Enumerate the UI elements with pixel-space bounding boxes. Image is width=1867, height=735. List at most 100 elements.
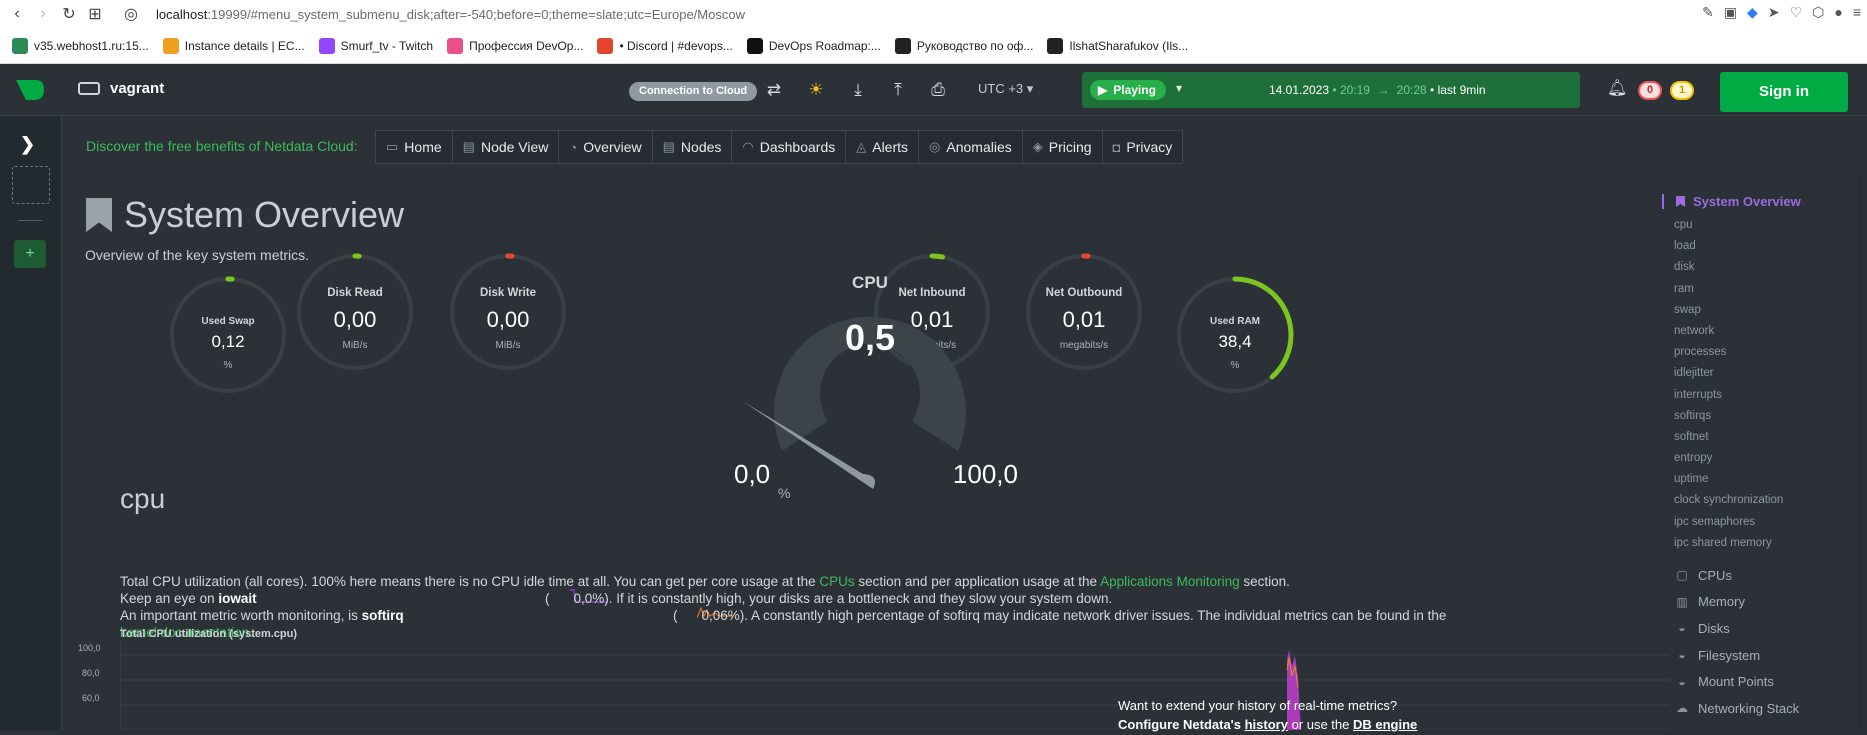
menu-item[interactable]: ipc shared memory xyxy=(1662,533,1862,554)
menu-item[interactable]: softnet xyxy=(1662,427,1862,448)
time-range-picker[interactable]: 14.01.2023 • 20:19 → 20:28 • last 9min xyxy=(1269,83,1486,97)
gauge-net-outbound[interactable]: Net Outbound 0,01 megabits/s xyxy=(1021,249,1147,375)
menu-item[interactable]: disk xyxy=(1662,257,1862,278)
export-icon[interactable]: ⤒ xyxy=(886,78,910,102)
menu-item[interactable]: cpu xyxy=(1662,215,1862,236)
menu-group-cpus[interactable]: ▢ CPUs xyxy=(1662,562,1862,589)
bookmark-item[interactable]: Instance details | EC... xyxy=(162,38,305,54)
connection-to-cloud-button[interactable]: Connection to Cloud xyxy=(629,82,758,101)
import-icon[interactable]: ⤓ xyxy=(846,78,870,102)
menu-group-disks[interactable]: ◒ Disks xyxy=(1662,615,1862,642)
sync-icon[interactable]: ⇄ xyxy=(762,78,786,102)
bookmark-item[interactable]: Профессия DevOp... xyxy=(447,38,583,54)
menu-item[interactable]: load xyxy=(1662,236,1862,257)
scrollbar[interactable] xyxy=(1857,175,1863,730)
menu-group-mount-points[interactable]: ◒ Mount Points xyxy=(1662,668,1862,695)
nav-overview[interactable]: ◔ Overview xyxy=(559,131,653,163)
menu-item[interactable]: network xyxy=(1662,321,1862,342)
gauge-used-ram[interactable]: Used RAM 38,4% xyxy=(1172,272,1298,398)
critical-alerts-badge[interactable]: 0 xyxy=(1638,81,1662,100)
menu-item[interactable]: softirqs xyxy=(1662,406,1862,427)
warning-alerts-badge[interactable]: 1 xyxy=(1670,81,1694,100)
menu-item[interactable]: swap xyxy=(1662,300,1862,321)
bookmark-item[interactable]: v35.webhost1.ru:15... xyxy=(12,38,149,54)
nav-privacy[interactable]: ◘ Privacy xyxy=(1103,131,1183,163)
timezone-selector[interactable]: UTC +3 ▾ xyxy=(978,81,1033,97)
bookmark-label: DevOps Roadmap:... xyxy=(768,39,881,53)
line1-text-a: Total CPU utilization (all cores). 100% … xyxy=(120,574,820,589)
chevron-down-icon: ▾ xyxy=(1026,81,1034,96)
shield-check-icon[interactable]: ◆ xyxy=(1747,4,1758,21)
line2-text-a: Keep an eye on xyxy=(120,591,219,606)
gauge-disk-write[interactable]: Disk Write 0,00 MiB/s xyxy=(445,249,571,375)
reload-icon[interactable]: ↻ xyxy=(56,1,82,27)
heart-icon[interactable]: ♡ xyxy=(1790,4,1803,21)
time-to: 20:28 xyxy=(1396,83,1427,97)
send-icon[interactable]: ➤ xyxy=(1768,4,1780,21)
menu-item[interactable]: entropy xyxy=(1662,448,1862,469)
node-selector[interactable]: vagrant xyxy=(78,80,164,97)
gauge-used-swap[interactable]: Used Swap 0,12% xyxy=(165,272,291,398)
nav-nodes[interactable]: ▤ Nodes xyxy=(653,131,733,163)
profile-icon[interactable]: ● xyxy=(1834,4,1842,21)
nav-label: Node View xyxy=(480,139,549,155)
site-info-icon[interactable]: ◎ xyxy=(118,1,144,27)
bookmark-item[interactable]: Smurf_tv - Twitch xyxy=(318,38,433,54)
sign-in-button[interactable]: Sign in xyxy=(1720,72,1848,112)
nav-pricing[interactable]: ◈ Pricing xyxy=(1023,131,1103,163)
bookmark-item[interactable]: • Discord | #devops... xyxy=(597,38,733,54)
menu-item[interactable]: ipc semaphores xyxy=(1662,512,1862,533)
forward-icon[interactable]: › xyxy=(30,1,56,27)
menu-item[interactable]: ram xyxy=(1662,279,1862,300)
cpu-gauge[interactable]: CPU 0,5 0,0 100,0 % xyxy=(722,271,1018,501)
anomaly-icon: ◎ xyxy=(929,139,941,154)
bell-icon: ◬ xyxy=(856,139,867,154)
menu-item[interactable]: idlejitter xyxy=(1662,363,1862,384)
add-space-button[interactable]: + xyxy=(14,240,46,268)
cpu-chart-grid xyxy=(119,640,1670,731)
nav-alerts[interactable]: ◬ Alerts xyxy=(846,131,920,163)
left-rail: ❯ + xyxy=(0,116,62,730)
bell-icon[interactable]: 🔔︎ xyxy=(1607,78,1627,98)
apps-monitoring-link[interactable]: Applications Monitoring xyxy=(1100,574,1240,589)
theme-bulb-icon[interactable]: ☀ xyxy=(804,78,828,102)
menu-item[interactable]: clock synchronization xyxy=(1662,490,1862,511)
menu-group-memory[interactable]: ▥ Memory xyxy=(1662,589,1862,616)
play-button[interactable]: ▶ Playing xyxy=(1090,80,1166,100)
bookmark-item[interactable]: DevOps Roadmap:... xyxy=(746,38,881,54)
space-placeholder[interactable] xyxy=(12,166,50,204)
nav-home[interactable]: ▭ Home xyxy=(376,131,453,163)
camera-icon[interactable]: ▣ xyxy=(1724,4,1737,21)
gauge-label: Disk Read xyxy=(327,287,383,299)
cpus-link[interactable]: CPUs xyxy=(819,574,854,589)
page-subtitle: Overview of the key system metrics. xyxy=(85,247,310,263)
cpu-chart[interactable] xyxy=(119,640,1670,731)
bookmark-item[interactable]: Руководство по оф... xyxy=(894,38,1033,54)
address-bar[interactable]: localhost:19999/#menu_system_submenu_dis… xyxy=(156,7,745,22)
menu-group-networking-stack[interactable]: ☁ Networking Stack xyxy=(1662,695,1862,722)
netdata-logo-icon[interactable] xyxy=(14,78,46,102)
menu-group-filesystem[interactable]: ◒ Filesystem xyxy=(1662,642,1862,669)
play-options-chevron-icon[interactable]: ▾ xyxy=(1176,81,1182,95)
nav-node-view[interactable]: ▤ Node View xyxy=(453,131,560,163)
favicon-icon xyxy=(1047,38,1064,54)
expand-chevron-icon[interactable]: ❯ xyxy=(20,134,35,155)
cube-icon[interactable]: ⬡ xyxy=(1812,4,1824,21)
menu-item[interactable]: processes xyxy=(1662,342,1862,363)
menu-icon[interactable]: ≡ xyxy=(1853,4,1861,21)
nav-anomalies[interactable]: ◎ Anomalies xyxy=(919,131,1023,163)
edit-icon[interactable]: ✎ xyxy=(1702,4,1714,21)
tabs-grid-icon[interactable]: ⊞ xyxy=(82,1,108,27)
menu-item[interactable]: uptime xyxy=(1662,469,1862,490)
nav-dashboards[interactable]: ◠ Dashboards xyxy=(732,131,847,163)
menu-system-overview[interactable]: System Overview xyxy=(1662,194,1862,209)
bookmark-item[interactable]: IlshatSharafukov (Ils... xyxy=(1047,38,1188,54)
back-icon[interactable]: ‹ xyxy=(4,1,30,27)
favicon-icon xyxy=(162,38,179,54)
print-icon[interactable]: ⎙ xyxy=(926,78,950,102)
bookmark-label: • Discord | #devops... xyxy=(619,39,733,53)
cpu-gauge-max: 100,0 xyxy=(952,459,1018,489)
gauge-disk-read[interactable]: Disk Read 0,00 MiB/s xyxy=(292,249,418,375)
menu-item[interactable]: interrupts xyxy=(1662,385,1862,406)
line3-text-a: An important metric worth monitoring, is xyxy=(120,608,362,623)
